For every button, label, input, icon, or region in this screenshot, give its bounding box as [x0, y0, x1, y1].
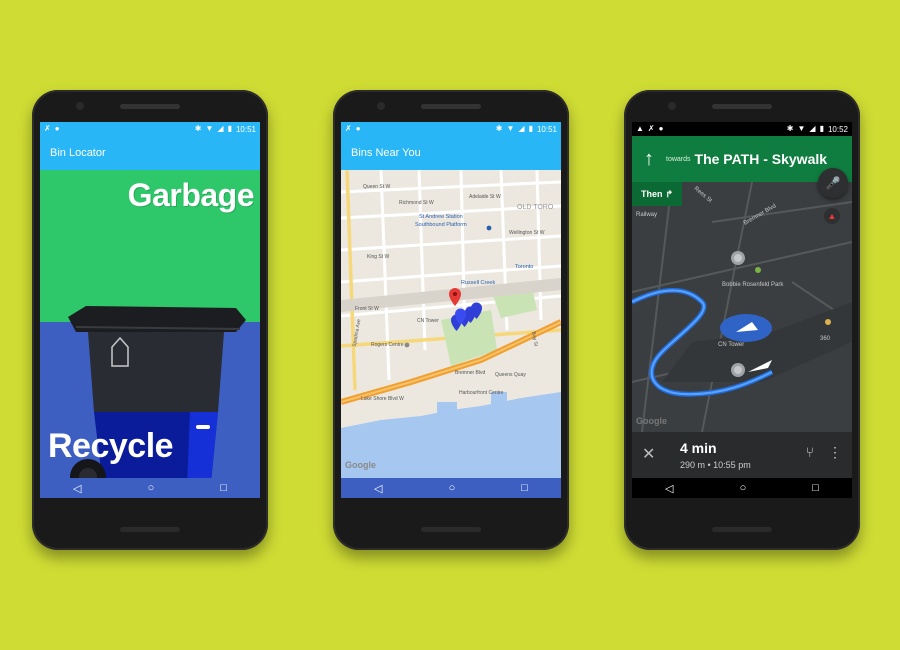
system-nav-bar: ◁ ○ □: [632, 478, 852, 498]
bottom-speaker: [120, 527, 180, 532]
map-view[interactable]: Queen St W Richmond St W Adelaide St W S…: [341, 170, 561, 478]
eta-details: 290 m • 10:55 pm: [680, 460, 751, 470]
destination-label: The PATH - Skywalk: [694, 151, 828, 167]
then-turn-banner: Then ↱: [632, 182, 682, 206]
system-nav-bar: ◁ ○ □: [40, 478, 260, 498]
recents-button[interactable]: □: [220, 482, 227, 494]
battery-icon: ▮: [528, 124, 533, 133]
map-label: CN Tower: [718, 342, 745, 348]
wifi-icon: ▼: [797, 124, 806, 133]
screen: ▲ ✗ ● ✱ ▼ ◢ ▮ 10:52 Bobbie Rosenfeld Par…: [632, 122, 852, 498]
map-label: Rogers Centre: [371, 342, 404, 348]
map-label: 360: [820, 336, 831, 342]
status-time: 10:52: [827, 124, 848, 134]
back-button[interactable]: ◁: [374, 482, 382, 495]
map-label: Harbourfront Centre: [459, 390, 504, 396]
location-pin-icon: ●: [355, 124, 361, 133]
map-roads: [632, 182, 852, 432]
notification-icon: ✗: [345, 124, 352, 133]
eta-panel: ✕ 4 min 290 m • 10:55 pm ⑂ ⋮: [632, 432, 852, 478]
phone-bins-near-you: ✗ ● ✱ ▼ ◢ ▮ 10:51 Bins Near You Queen St…: [333, 90, 569, 550]
map-credit: Google: [345, 460, 376, 470]
front-camera: [668, 102, 676, 110]
more-options-icon[interactable]: ⋮: [828, 444, 842, 461]
bluetooth-icon: ✱: [495, 124, 503, 133]
bottom-speaker: [712, 527, 772, 532]
back-button[interactable]: ◁: [73, 482, 81, 495]
status-time: 10:51: [536, 124, 557, 134]
screen: ✗ ● ✱ ▼ ◢ ▮ 10:51 Bin Locator Garbage Recycle…: [40, 122, 260, 498]
turn-right-icon: ↱: [665, 188, 674, 199]
navigation-map[interactable]: Bobbie Rosenfeld Park CN Tower Bremner B…: [632, 182, 852, 432]
earpiece-speaker: [421, 104, 481, 109]
compass-button[interactable]: ▲: [824, 208, 840, 224]
signal-icon: ◢: [518, 124, 525, 133]
recycle-label: Recycle: [48, 427, 174, 465]
navigation-icon: ▲: [636, 124, 644, 133]
app-bar: Bins Near You: [341, 136, 561, 170]
map-label: Richmond St W: [399, 200, 434, 206]
back-button[interactable]: ◁: [665, 482, 673, 495]
bottom-speaker: [421, 527, 481, 532]
map-label: OLD TORO: [517, 204, 554, 211]
earpiece-speaker: [712, 104, 772, 109]
home-button[interactable]: ○: [449, 482, 456, 494]
map-label: Wellington St W: [509, 230, 545, 236]
home-button[interactable]: ○: [148, 482, 155, 494]
map-label: Bobbie Rosenfeld Park: [722, 282, 784, 288]
map-credit: Google: [636, 416, 667, 426]
wifi-icon: ▼: [506, 124, 515, 133]
status-bar: ✗ ● ✱ ▼ ◢ ▮ 10:51: [341, 122, 561, 136]
front-camera: [377, 102, 385, 110]
recents-button[interactable]: □: [521, 482, 528, 494]
map-label: Lake Shore Blvd W: [361, 396, 404, 402]
screen: ✗ ● ✱ ▼ ◢ ▮ 10:51 Bins Near You Queen St…: [341, 122, 561, 498]
phone-navigation: ▲ ✗ ● ✱ ▼ ◢ ▮ 10:52 Bobbie Rosenfeld Par…: [624, 90, 860, 550]
bluetooth-icon: ✱: [786, 124, 794, 133]
status-bar: ▲ ✗ ● ✱ ▼ ◢ ▮ 10:52: [632, 122, 852, 136]
map-label: Queen St W: [363, 184, 391, 190]
recents-button[interactable]: □: [812, 482, 819, 494]
map-label: Front St W: [355, 306, 379, 312]
map-label: Railway: [636, 212, 658, 218]
front-camera: [76, 102, 84, 110]
arrow-up-icon: ↑: [644, 147, 654, 170]
then-label: Then: [640, 189, 663, 199]
map-label: Toronto: [515, 264, 534, 270]
map-label: Southbound Platform: [415, 222, 467, 228]
notification-icon: ✗: [647, 124, 655, 133]
location-pin-icon: ●: [658, 124, 664, 133]
towards-label: towards: [666, 155, 691, 163]
map-label: CN Tower: [417, 318, 439, 324]
garbage-label: Garbage: [127, 177, 255, 213]
compass-icon: ▲: [827, 211, 837, 221]
map-label: Russell Creek: [461, 280, 496, 286]
close-icon[interactable]: ✕: [642, 444, 655, 464]
battery-icon: ▮: [819, 124, 824, 133]
map-label: King St W: [367, 254, 390, 260]
app-title: Bins Near You: [351, 147, 421, 159]
map-label: St Andrew Station: [419, 214, 463, 220]
map-label: Queens Quay: [495, 372, 526, 378]
eta-time: 4 min: [680, 440, 717, 456]
microphone-icon: 🎤: [825, 176, 841, 190]
signal-icon: ◢: [809, 124, 816, 133]
system-nav-bar: ◁ ○ □: [341, 478, 561, 498]
map-label: Bremner Blvd: [455, 370, 486, 376]
earpiece-speaker: [120, 104, 180, 109]
home-button[interactable]: ○: [740, 482, 747, 494]
map-label: Adelaide St W: [469, 194, 501, 200]
phone-bin-locator: ✗ ● ✱ ▼ ◢ ▮ 10:51 Bin Locator Garbage Recycle…: [32, 90, 268, 550]
route-options-icon[interactable]: ⑂: [806, 444, 814, 460]
microphone-button[interactable]: 🎤: [818, 168, 848, 198]
